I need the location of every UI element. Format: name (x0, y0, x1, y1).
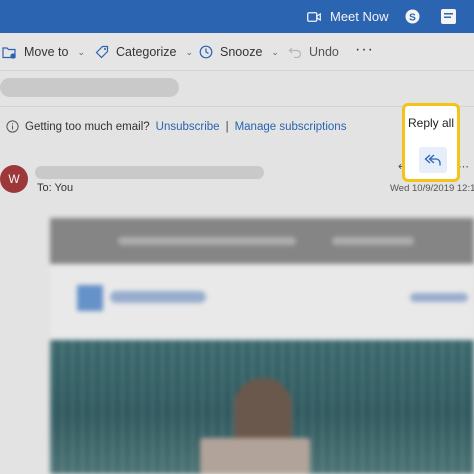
message-date: Wed 10/9/2019 12:13 (390, 183, 474, 194)
unsubscribe-link[interactable]: Unsubscribe (156, 121, 220, 133)
avatar-letter: W (8, 172, 20, 186)
manage-subscriptions-link[interactable]: Manage subscriptions (235, 121, 347, 133)
svg-text:S: S (409, 13, 416, 24)
windows-logo-icon (77, 285, 103, 311)
avatar[interactable]: W (0, 165, 28, 193)
categorize-button[interactable]: Categorize ⌄ (95, 33, 193, 71)
email-body-content (38, 206, 474, 474)
categorize-label: Categorize (116, 45, 177, 59)
undo-button[interactable]: Undo (288, 33, 339, 71)
hero-image (50, 340, 474, 474)
move-to-button[interactable]: Move to ⌄ (2, 33, 85, 71)
snooze-button[interactable]: Snooze ⌄ (199, 33, 279, 71)
tag-icon (95, 45, 109, 59)
top-bar: Meet Now S (0, 0, 474, 33)
header-link-placeholder (410, 293, 468, 302)
reply-all-icon (424, 154, 441, 166)
chevron-down-icon: ⌄ (271, 46, 279, 57)
clock-icon (199, 45, 213, 59)
banner-text-placeholder (118, 237, 296, 245)
email-header-area (50, 264, 474, 340)
skype-icon[interactable]: S (405, 9, 420, 24)
folder-move-icon (2, 46, 16, 59)
banner-link-placeholder (332, 237, 414, 245)
subject-placeholder (0, 78, 179, 97)
chat-icon[interactable] (440, 8, 457, 25)
email-body (38, 206, 474, 474)
laptop-figure (200, 438, 310, 474)
video-camera-icon (307, 11, 321, 22)
undo-icon (288, 47, 302, 58)
info-icon (6, 120, 19, 133)
undo-label: Undo (309, 45, 339, 59)
recipients-line: To: You (37, 182, 73, 194)
chevron-down-icon: ⌄ (77, 46, 86, 57)
sender-placeholder (35, 166, 264, 179)
more-options-button[interactable]: ··· (355, 31, 374, 69)
notice-text: Getting too much email? (25, 120, 150, 133)
reply-all-button[interactable] (419, 147, 447, 173)
reply-all-callout: Reply all (402, 103, 460, 182)
meet-now-button[interactable]: Meet Now (307, 9, 389, 24)
command-bar: Move to ⌄ Categorize ⌄ Snooze ⌄ Undo ··· (0, 33, 474, 71)
snooze-label: Snooze (220, 45, 263, 59)
to-value: You (54, 182, 74, 194)
move-to-label: Move to (24, 45, 69, 59)
to-label: To: (37, 182, 52, 194)
logo-text-placeholder (110, 291, 206, 303)
meet-now-label: Meet Now (330, 9, 389, 24)
email-banner (50, 218, 474, 264)
reply-all-tooltip-label: Reply all (407, 116, 455, 130)
chevron-down-icon: ⌄ (185, 46, 193, 57)
notice-separator: | (225, 120, 229, 133)
more-options-icon: ··· (355, 41, 374, 58)
subscription-notice: Getting too much email? Unsubscribe | Ma… (6, 120, 346, 133)
